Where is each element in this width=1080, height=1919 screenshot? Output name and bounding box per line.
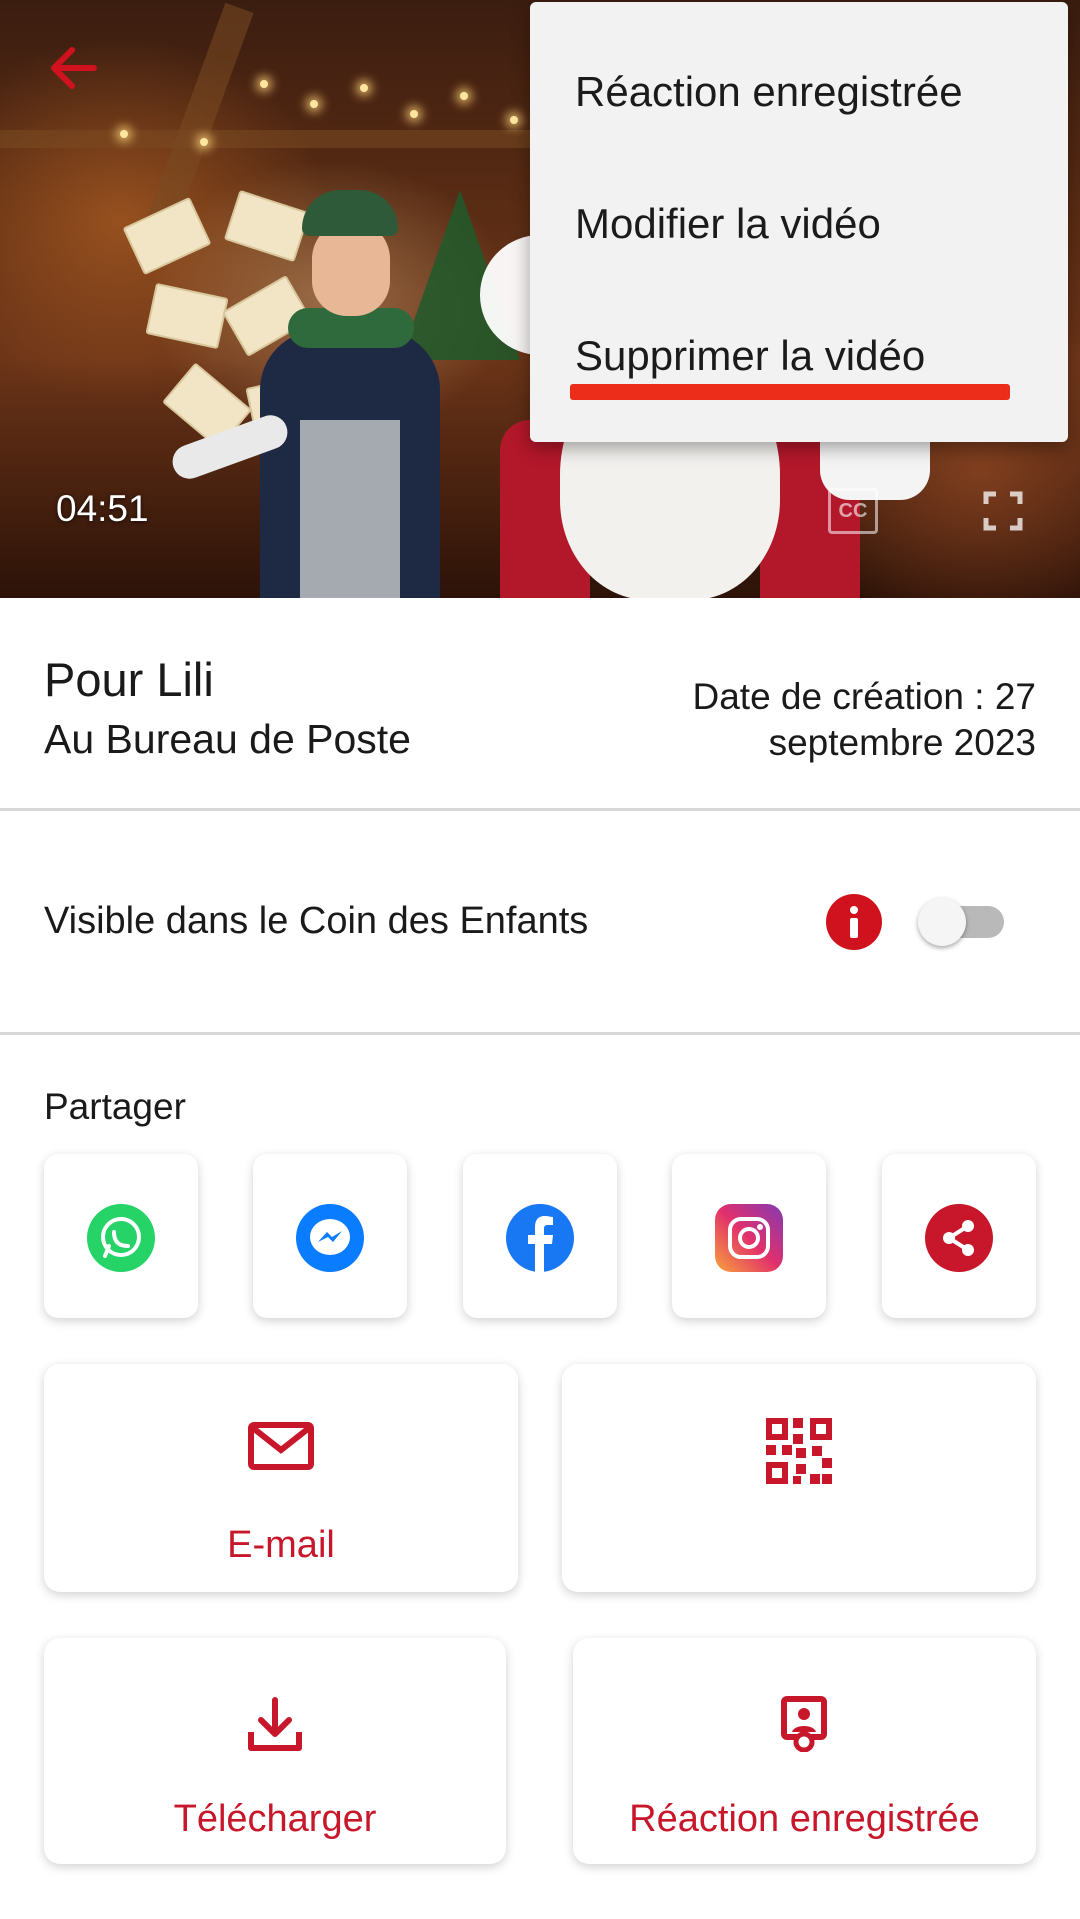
whatsapp-icon (87, 1204, 155, 1272)
qr-code-icon (766, 1418, 832, 1484)
visibility-label: Visible dans le Coin des Enfants (44, 900, 589, 942)
email-label: E-mail (227, 1524, 335, 1566)
download-label: Télécharger (173, 1798, 377, 1840)
divider (0, 1032, 1080, 1035)
download-button[interactable]: Télécharger (44, 1638, 506, 1864)
elf-figure (167, 180, 460, 598)
creation-date-line2: septembre 2023 (768, 722, 1036, 763)
flying-letter (122, 196, 212, 276)
video-title: Pour Lili (44, 653, 214, 706)
email-button[interactable]: E-mail (44, 1364, 518, 1592)
facebook-icon (506, 1204, 574, 1272)
video-subtitle: Au Bureau de Poste (44, 716, 411, 762)
recorded-reaction-label: Réaction enregistrée (629, 1798, 980, 1840)
flying-letter (145, 282, 229, 350)
messenger-icon (296, 1204, 364, 1272)
creation-date: Date de création : 27 septembre 2023 (616, 674, 1037, 766)
menu-item-delete-video[interactable]: Supprimer la vidéo (575, 332, 925, 380)
qr-code-button[interactable] (562, 1364, 1036, 1592)
video-duration: 04:51 (56, 488, 149, 529)
share-more-button[interactable] (882, 1154, 1036, 1318)
closed-captions-icon[interactable]: CC (828, 488, 878, 534)
divider (0, 808, 1080, 811)
fullscreen-icon[interactable] (982, 490, 1024, 532)
reaction-badge-icon (781, 1696, 827, 1752)
creation-date-line1: Date de création : 27 (692, 676, 1037, 717)
toggle-thumb (918, 898, 966, 946)
back-arrow-icon[interactable] (44, 38, 104, 98)
share-whatsapp-button[interactable] (44, 1154, 198, 1318)
share-messenger-button[interactable] (253, 1154, 407, 1318)
share-icon (925, 1204, 993, 1272)
share-instagram-button[interactable] (672, 1154, 826, 1318)
info-icon[interactable] (826, 894, 882, 950)
instagram-icon (715, 1204, 783, 1272)
envelope-icon (248, 1422, 314, 1470)
share-facebook-button[interactable] (463, 1154, 617, 1318)
recorded-reaction-button[interactable]: Réaction enregistrée (573, 1638, 1036, 1864)
menu-item-edit-video[interactable]: Modifier la vidéo (575, 200, 881, 248)
highlight-underline (570, 384, 1010, 400)
overflow-menu: Réaction enregistrée Modifier la vidéo S… (530, 2, 1068, 442)
download-icon (248, 1697, 302, 1751)
menu-item-recorded-reaction[interactable]: Réaction enregistrée (575, 68, 963, 116)
visibility-toggle[interactable] (918, 898, 1006, 946)
share-label: Partager (44, 1086, 186, 1127)
